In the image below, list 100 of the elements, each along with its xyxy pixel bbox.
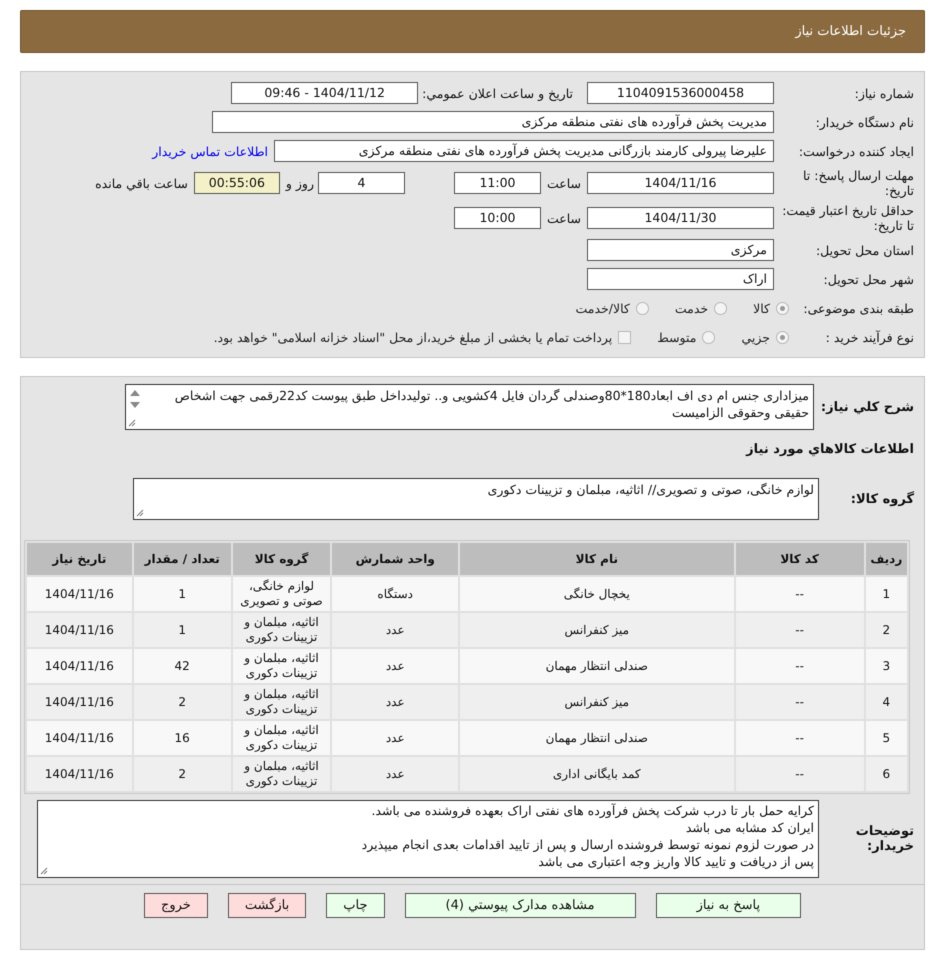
field-label: ساعت باقي مانده bbox=[95, 176, 188, 190]
table-cell: 42 bbox=[134, 649, 231, 683]
radio-button[interactable] bbox=[636, 302, 649, 314]
note-line: ایران کد مشابه می باشد bbox=[684, 819, 814, 836]
radio-button[interactable] bbox=[702, 330, 716, 344]
table-cell: 1 bbox=[866, 577, 907, 611]
table-cell: -- bbox=[736, 685, 864, 719]
field-label: ایجاد کننده درخواست: bbox=[798, 144, 915, 158]
field-label: نام دستگاه خریدار: bbox=[814, 114, 915, 130]
table-cell: 1 bbox=[134, 613, 231, 647]
input-field[interactable]: 1404/11/30 bbox=[587, 207, 774, 229]
option-label: متوسط bbox=[657, 330, 696, 344]
radio-button[interactable] bbox=[714, 302, 728, 314]
table-cell: 1404/11/16 bbox=[27, 757, 132, 791]
column-header: تاریخ نیاز bbox=[27, 543, 132, 575]
table-cell: لوازم خانگی، صوتی و تصویری bbox=[232, 577, 330, 611]
input-field[interactable]: مرکزی bbox=[587, 239, 774, 261]
input-field[interactable]: مدیریت پخش فرآورده های نفتی منطقه مرکزی bbox=[212, 111, 774, 133]
field-label: شماره نیاز: bbox=[854, 86, 915, 100]
column-header: کد کالا bbox=[736, 543, 864, 575]
input-field[interactable]: 10:00 bbox=[454, 207, 541, 229]
note-line: پس از دریافت و تایید کالا واریز وجه اعتباری می باشد bbox=[537, 853, 814, 870]
resize-grip-icon bbox=[128, 419, 136, 427]
option-label: کالا/خدمت bbox=[575, 300, 630, 316]
input-field[interactable]: اراک bbox=[587, 268, 774, 290]
table-cell: اثاثیه، مبلمان و تزیینات دکوری bbox=[232, 721, 330, 755]
note-line: کرایه حمل بار تا درب شرکت پخش فرآورده های نفتی اراک بعهده فروشنده می باشد. bbox=[370, 802, 814, 819]
table-cell: اثاثیه، مبلمان و تزیینات دکوری bbox=[232, 613, 330, 647]
resize-grip-icon bbox=[40, 867, 48, 875]
field-label: شرح کلي نیاز: bbox=[820, 400, 915, 414]
table-cell: صندلی انتظار مهمان bbox=[460, 721, 734, 755]
input-field[interactable]: 1104091536000458 bbox=[587, 82, 774, 104]
page-title: جزئیات اطلاعات نیاز bbox=[795, 24, 906, 39]
input-field[interactable]: 11:00 bbox=[454, 172, 541, 194]
table-cell: 1404/11/16 bbox=[27, 577, 132, 611]
table-cell: اثاثیه، مبلمان و تزیینات دکوری bbox=[232, 649, 330, 683]
input-field[interactable]: 1404/11/16 bbox=[587, 172, 774, 194]
scroll-arrows-icon bbox=[129, 388, 141, 410]
table-cell: یخچال خانگی bbox=[460, 577, 734, 611]
table-cell: دستگاه bbox=[332, 577, 458, 611]
table-cell: 5 bbox=[866, 721, 907, 755]
table-cell: 1404/11/16 bbox=[27, 613, 132, 647]
table-cell: 4 bbox=[866, 685, 907, 719]
table-cell: عدد bbox=[332, 613, 458, 647]
radio-button[interactable] bbox=[776, 330, 789, 344]
table-cell: 2 bbox=[134, 757, 231, 791]
column-header: گروه کالا bbox=[232, 543, 330, 575]
field-label: توضیحات خریدار: bbox=[854, 824, 915, 854]
action-button[interactable]: خروج bbox=[144, 893, 208, 918]
table-cell: 6 bbox=[866, 757, 907, 791]
table-cell: 1 bbox=[134, 577, 231, 611]
table-cell: 2 bbox=[866, 613, 907, 647]
column-header: ردیف bbox=[866, 543, 907, 575]
table-cell: میز کنفرانس bbox=[460, 613, 734, 647]
description-field[interactable]: میزاداری جنس ام دی اف ابعاد180*80وصندلی گردان فایل 4کشویی و.. تولیدداخل طبق پیوست کد22رقمی جهت اشخاص حقیقی وحقوقی الزامیست bbox=[125, 384, 814, 430]
contact-link[interactable]: اطلاعات تماس خریدار bbox=[152, 144, 268, 158]
column-header: واحد شمارش bbox=[332, 543, 458, 575]
table-cell: عدد bbox=[332, 685, 458, 719]
field-label: طبقه بندی موضوعی: bbox=[802, 300, 915, 316]
timer-field[interactable]: 00:55:06 bbox=[194, 172, 280, 194]
table-cell: عدد bbox=[332, 721, 458, 755]
action-button[interactable]: پاسخ به نیاز bbox=[656, 893, 802, 918]
table-cell: کمد بایگانی اداری bbox=[460, 757, 734, 791]
column-header: تعداد / مقدار bbox=[134, 543, 231, 575]
action-button[interactable]: چاپ bbox=[326, 893, 384, 918]
option-label: کالا bbox=[753, 300, 770, 316]
option-label: جزيي bbox=[741, 330, 770, 344]
field-label: ساعت bbox=[546, 176, 581, 190]
table-cell: عدد bbox=[332, 649, 458, 683]
table-cell: 1404/11/16 bbox=[27, 649, 132, 683]
option-label: پرداخت تمام یا بخشی از مبلغ خرید،از محل "اسناد خزانه اسلامی" خواهد بود. bbox=[214, 330, 612, 344]
field-label: استان محل تحویل: bbox=[814, 242, 915, 258]
table-cell: میز کنفرانس bbox=[460, 685, 734, 719]
table-cell: 1404/11/16 bbox=[27, 685, 132, 719]
section-title: اطلاعات کالاهاي مورد نیاز bbox=[746, 442, 915, 456]
table-cell: صندلی انتظار مهمان bbox=[460, 649, 734, 683]
option-label: خدمت bbox=[674, 300, 708, 316]
checkbox[interactable] bbox=[618, 330, 632, 344]
field-label: شهر محل تحویل: bbox=[822, 272, 915, 286]
radio-button[interactable] bbox=[776, 302, 789, 314]
input-field[interactable]: 4 bbox=[318, 172, 405, 194]
column-header: نام کالا bbox=[460, 543, 734, 575]
table-cell: -- bbox=[736, 577, 864, 611]
table-cell: 1404/11/16 bbox=[27, 721, 132, 755]
table-cell: 2 bbox=[134, 685, 231, 719]
input-field[interactable]: علیرضا پیرولی کارمند بازرگانی مدیریت پخش فرآورده های نفتی منطقه مرکزی bbox=[274, 140, 774, 162]
table-cell: -- bbox=[736, 721, 864, 755]
table-cell: -- bbox=[736, 613, 864, 647]
resize-grip-icon bbox=[136, 509, 144, 517]
table-cell: عدد bbox=[332, 757, 458, 791]
action-button[interactable]: مشاهده مدارک پیوستي (4) bbox=[404, 893, 636, 918]
field-label: نوع فرآیند خرید : bbox=[824, 330, 915, 344]
table-cell: -- bbox=[736, 649, 864, 683]
field-label: حداقل تاریخ اعتبار قیمت: تا تاریخ: bbox=[781, 203, 915, 233]
field-label: مهلت ارسال پاسخ: تا تاریخ: bbox=[802, 168, 915, 198]
action-button[interactable]: بازگشت bbox=[228, 893, 306, 918]
table-cell: 16 bbox=[134, 721, 231, 755]
notes-field[interactable] bbox=[37, 800, 819, 878]
input-field[interactable]: 1404/11/12 - 09:46 bbox=[231, 82, 418, 104]
goods-group-field[interactable]: لوازم خانگی، صوتی و تصویری// اثاثیه، مبلمان و تزیینات دکوری bbox=[133, 478, 819, 520]
